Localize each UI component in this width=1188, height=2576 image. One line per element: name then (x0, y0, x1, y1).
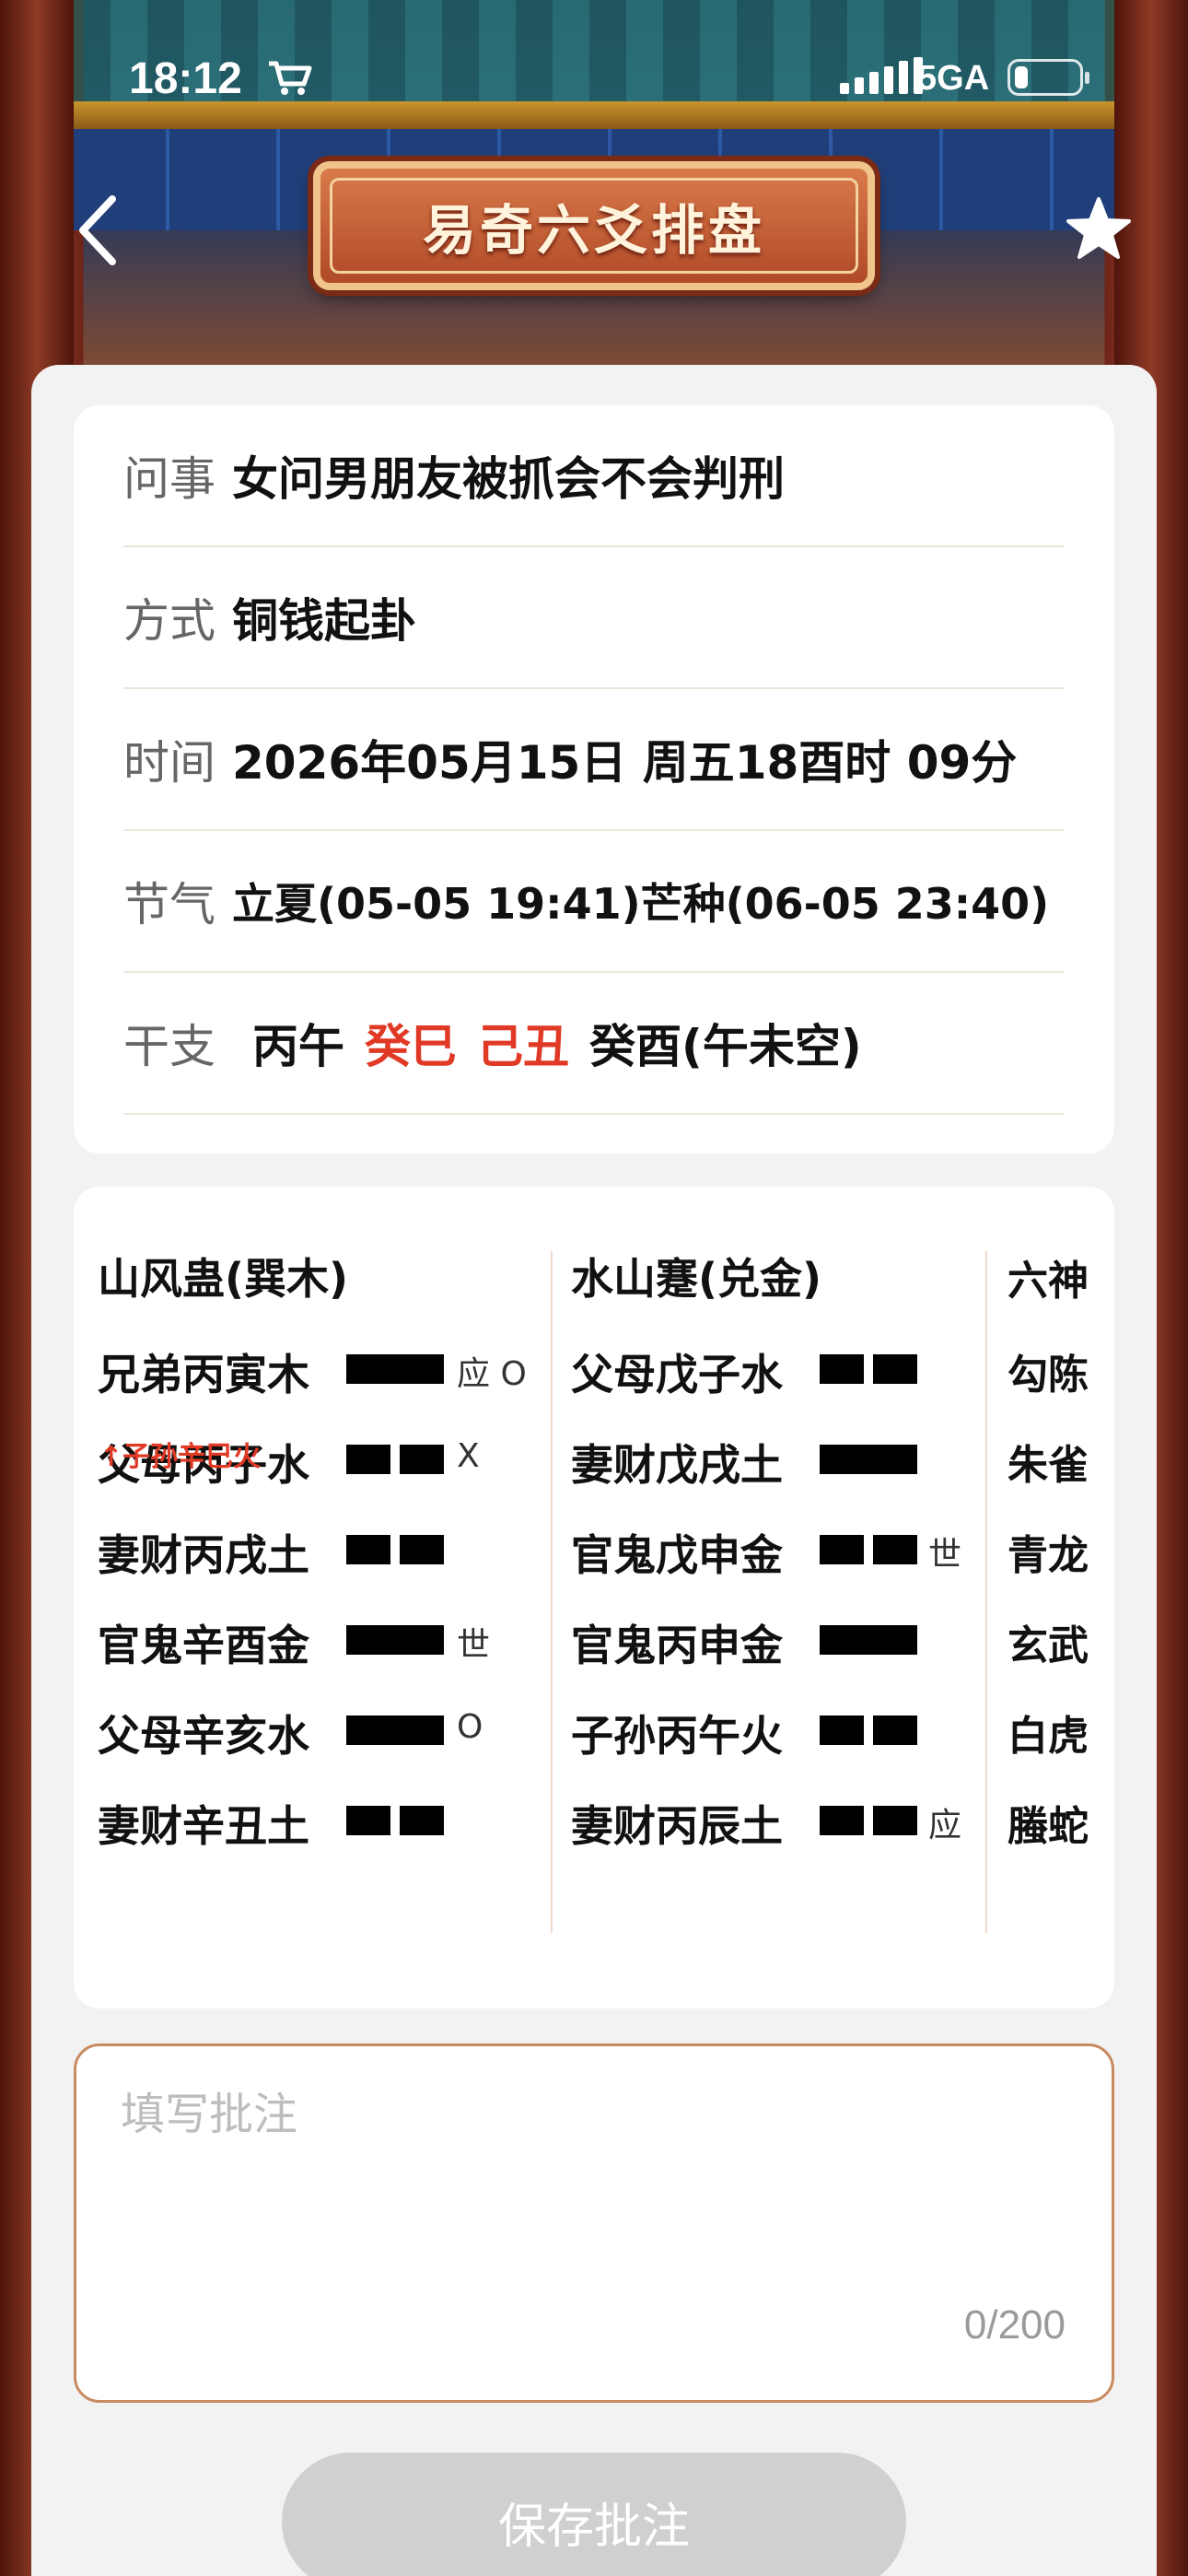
yang-line-bar (820, 1625, 917, 1655)
network-label: 5GA (917, 59, 990, 98)
line-label: 妻财辛丑土 (98, 1801, 309, 1851)
line-mark: X (457, 1437, 480, 1475)
title-plaque: 易奇六爻排盘 (313, 161, 875, 290)
info-value: 立夏(05-05 19:41)芒种(06-05 23:40) (232, 879, 1050, 929)
info-value: 2026年05月15日 周五18酉时 09分 (232, 736, 1018, 790)
six-spirit-item: 勾陈 (1007, 1352, 1089, 1399)
info-panel: 问事 女问男朋友被抓会不会判刑 方式 铜钱起卦 时间 2026年05月15日 周… (74, 405, 1114, 1153)
yang-line-bar (346, 1715, 444, 1745)
favorite-star-icon[interactable] (1065, 195, 1133, 263)
line-mark: 应 (928, 1807, 962, 1844)
notes-placeholder: 填写批注 (121, 2089, 298, 2140)
status-bar: 18:12 5GA (0, 0, 1188, 157)
info-row-solar-term: 节气 立夏(05-05 19:41)芒种(06-05 23:40) (123, 831, 1065, 973)
info-label: 问事 (123, 452, 215, 506)
page-title: 易奇六爻排盘 (422, 199, 765, 262)
back-icon[interactable] (72, 193, 127, 267)
info-label: 时间 (123, 736, 215, 790)
six-spirits-header: 六神 (1007, 1258, 1089, 1305)
ganzhi-day: 己丑 (477, 1020, 569, 1073)
yin-line-bar (820, 1535, 864, 1564)
yang-line-bar (346, 1625, 444, 1655)
six-spirit-item: 青龙 (1007, 1532, 1089, 1579)
hidden-line-annotation: ↑子孙辛巳火 (99, 1441, 262, 1473)
yang-line-bar (820, 1445, 917, 1474)
line-label: 父母戊子水 (571, 1350, 783, 1399)
signal-icon (840, 57, 923, 94)
line-label: 妻财戊戌土 (571, 1440, 783, 1490)
ganzhi-month: 癸巳 (365, 1020, 457, 1073)
yin-line-bar (400, 1445, 444, 1474)
changed-hexagram-name: 水山蹇(兑金) (571, 1254, 822, 1304)
yin-line-bar (400, 1806, 444, 1835)
info-value: 铜钱起卦 (232, 594, 416, 648)
yin-line-bar (873, 1535, 917, 1564)
column-divider (985, 1251, 987, 1933)
yang-line-bar (346, 1354, 444, 1384)
yin-line-bar (400, 1535, 444, 1564)
line-label: 妻财丙戌土 (98, 1530, 309, 1580)
notes-textarea[interactable]: 填写批注 0/200 (74, 2043, 1114, 2403)
yin-line-bar (346, 1445, 390, 1474)
ganzhi-year: 丙午 (252, 1020, 344, 1073)
yin-line-bar (346, 1806, 390, 1835)
line-mark: 应 O (457, 1355, 527, 1393)
main-hexagram-name: 山风蛊(巽木) (98, 1254, 349, 1304)
yin-line-bar (873, 1715, 917, 1745)
yin-line-bar (346, 1535, 390, 1564)
line-label: 官鬼丙申金 (571, 1621, 783, 1670)
six-spirit-item: 螣蛇 (1007, 1803, 1089, 1850)
line-mark: O (457, 1708, 483, 1746)
cart-icon (269, 61, 312, 95)
save-notes-button[interactable]: 保存批注 (282, 2453, 906, 2576)
info-row-ganzhi: 干支 丙午 癸巳 己丑 癸酉(午未空) (123, 973, 1065, 1115)
column-divider (551, 1251, 553, 1933)
yin-line-bar (820, 1354, 864, 1384)
line-label: 官鬼戊申金 (571, 1530, 783, 1580)
six-spirit-item: 朱雀 (1007, 1442, 1089, 1489)
yin-line-bar (820, 1806, 864, 1835)
info-label: 干支 (123, 1020, 215, 1073)
line-label: 兄弟丙寅木 (98, 1350, 309, 1399)
yin-line-bar (873, 1354, 917, 1384)
six-spirit-item: 白虎 (1007, 1713, 1089, 1760)
battery-icon (1007, 59, 1089, 96)
line-label: 妻财丙辰土 (571, 1801, 783, 1851)
info-label: 方式 (123, 594, 215, 648)
info-row-time: 时间 2026年05月15日 周五18酉时 09分 (123, 689, 1065, 831)
line-mark: 世 (457, 1626, 491, 1664)
hexagram-panel: 山风蛊(巽木) 水山蹇(兑金) 六神 兄弟丙寅木应 O 父母丙子水 X 妻财丙戌土 官鬼… (74, 1187, 1114, 2008)
yin-line-bar (820, 1715, 864, 1745)
six-spirit-item: 玄武 (1007, 1622, 1089, 1669)
info-label: 节气 (123, 878, 215, 931)
info-row-question: 问事 女问男朋友被抓会不会判刑 (123, 405, 1065, 547)
yin-line-bar (873, 1806, 917, 1835)
info-row-method: 方式 铜钱起卦 (123, 547, 1065, 689)
line-label: 官鬼辛酉金 (98, 1621, 309, 1670)
line-label: 子孙丙午火 (571, 1711, 783, 1761)
status-time: 18:12 (129, 54, 242, 103)
info-value: 女问男朋友被抓会不会判刑 (232, 452, 785, 506)
notes-char-count: 0/200 (963, 2302, 1066, 2348)
line-mark: 世 (928, 1536, 962, 1574)
ganzhi-hour: 癸酉(午未空) (589, 1020, 862, 1073)
line-label: 父母辛亥水 (98, 1711, 309, 1761)
